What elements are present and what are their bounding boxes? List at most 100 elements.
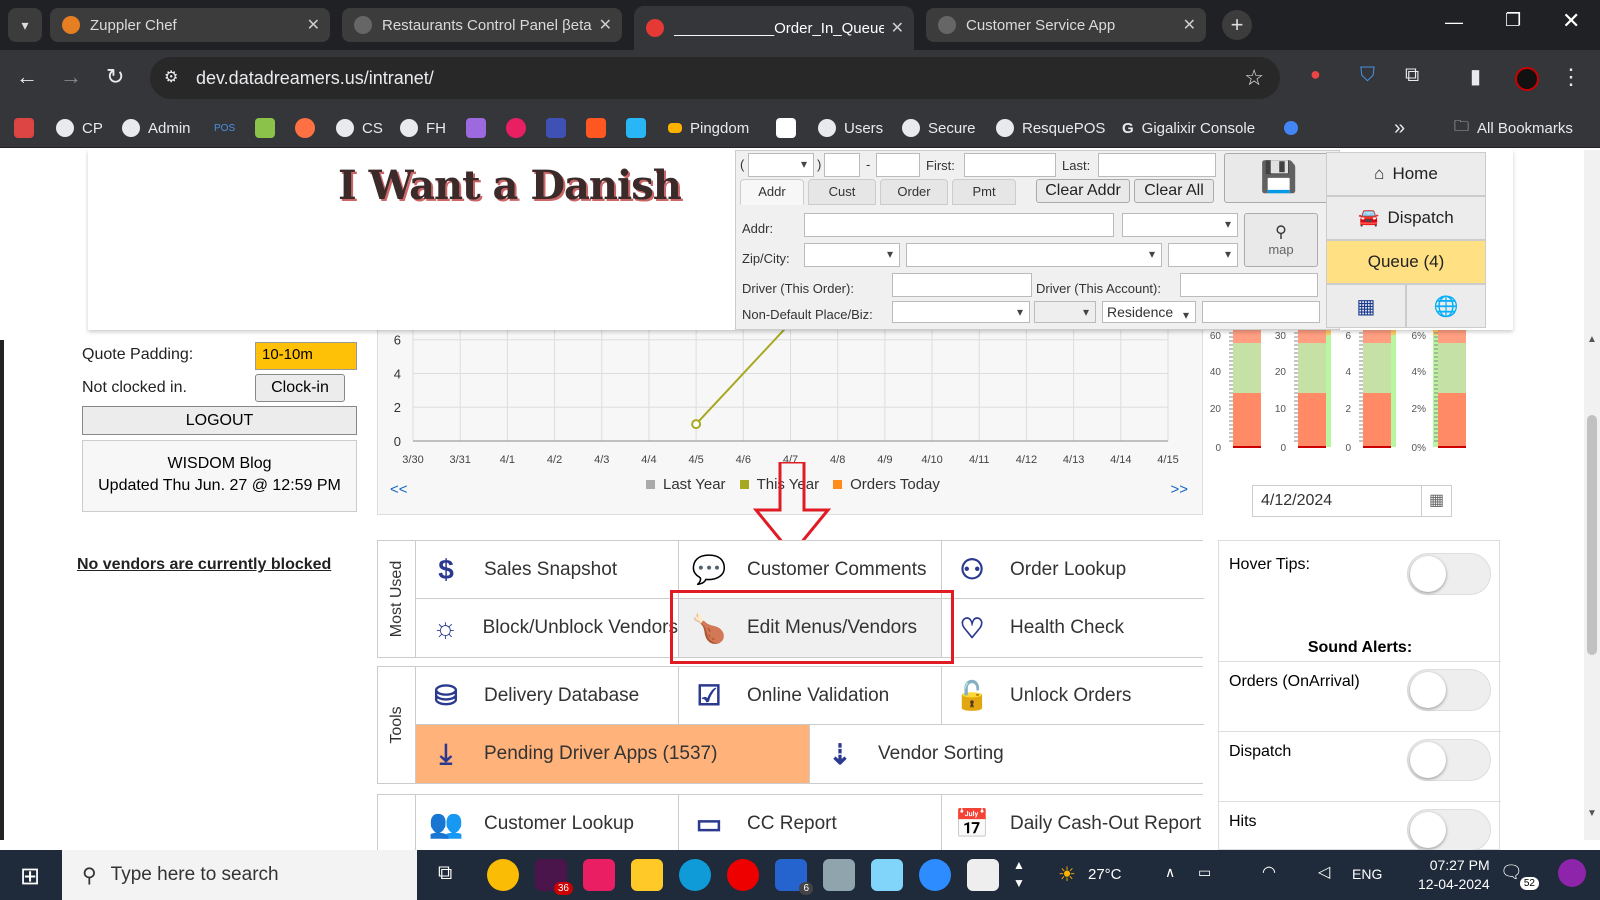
residence-select[interactable]: Residence — [1102, 301, 1196, 325]
tab-addr[interactable]: Addr — [740, 179, 804, 205]
city-select[interactable] — [906, 243, 1162, 267]
copilot-icon[interactable] — [1558, 859, 1586, 887]
close-icon[interactable]: ✕ — [1183, 15, 1196, 35]
phone-area-code-select[interactable] — [748, 153, 814, 177]
show-hidden-icons[interactable]: ∧ — [1165, 864, 1175, 881]
tab-zuppler-chef[interactable]: Zuppler Chef ✕ — [50, 8, 330, 42]
app-icon[interactable] — [823, 859, 855, 891]
first-name-input[interactable] — [964, 153, 1056, 177]
health-check-tile[interactable]: ♡ Health Check — [942, 599, 1204, 657]
block-unblock-vendors-tile[interactable]: ☼ Block/Unblock Vendors — [416, 599, 679, 657]
bookmark-gigalixir[interactable]: G Gigalixir Console — [1122, 116, 1255, 140]
tab-customer-service-app[interactable]: Customer Service App ✕ — [926, 8, 1206, 42]
reload-icon[interactable]: ↻ — [106, 64, 124, 90]
globe-button[interactable]: 🌐 — [1406, 284, 1486, 328]
bookmark-cp[interactable]: CP — [56, 116, 103, 140]
back-icon[interactable]: ← — [16, 64, 38, 90]
slack-icon[interactable]: 36 — [535, 859, 573, 895]
driver-this-order-input[interactable] — [892, 273, 1032, 297]
place-name-input[interactable] — [1202, 301, 1320, 323]
bookmark-p[interactable] — [776, 116, 804, 140]
page-scrollbar[interactable]: ▲ ▼ — [1584, 150, 1600, 840]
extension-icon[interactable]: ● — [1310, 64, 1321, 85]
zoom-icon[interactable] — [919, 859, 951, 891]
weather-icon[interactable]: ☀ — [1058, 862, 1076, 887]
bookmark-box[interactable] — [546, 116, 574, 140]
address-input[interactable] — [804, 213, 1114, 237]
scroll-up-icon[interactable]: ▲ — [1587, 334, 1597, 345]
chart-prev-button[interactable]: << — [390, 481, 408, 498]
calendar-icon[interactable]: ▦ — [1421, 486, 1451, 516]
online-validation-tile[interactable]: ☑ Online Validation — [679, 667, 942, 725]
calculator-button[interactable]: ▦ — [1326, 284, 1406, 328]
tab-restaurants-control-panel[interactable]: Restaurants Control Panel βeta ✕ — [342, 8, 622, 42]
minimize-icon[interactable]: — — [1445, 12, 1463, 33]
tab-order-in-queue[interactable]: ____________Order_In_Queue ✕ — [634, 6, 914, 50]
app-icon[interactable] — [583, 859, 615, 891]
driver-this-account-input[interactable] — [1180, 273, 1318, 297]
close-icon[interactable]: ✕ — [307, 15, 320, 35]
cc-report-tile[interactable]: ▭ CC Report — [679, 795, 942, 850]
dispatch-button[interactable]: 🚘 Dispatch — [1326, 196, 1486, 240]
bookmark-fh[interactable]: FH — [400, 116, 446, 140]
bookmark-rainbow[interactable] — [255, 116, 283, 140]
puzzle-icon[interactable]: ⧉ — [1405, 64, 1419, 87]
orders-on-arrival-toggle[interactable] — [1407, 669, 1491, 711]
forward-icon[interactable]: → — [60, 64, 82, 90]
place-type-select[interactable] — [1034, 301, 1096, 323]
opera-icon[interactable] — [727, 859, 759, 891]
clock-in-button[interactable]: Clock-in — [255, 374, 345, 402]
close-icon[interactable]: ✕ — [599, 15, 612, 35]
bookmark-cs[interactable]: CS — [336, 116, 383, 140]
delivery-database-tile[interactable]: ⛁ Delivery Database — [416, 667, 679, 725]
tab-order[interactable]: Order — [880, 179, 948, 205]
zip-select[interactable] — [804, 243, 900, 267]
scrollbar-thumb[interactable] — [1587, 415, 1597, 655]
language-indicator[interactable]: ENG — [1352, 866, 1382, 882]
chart-next-button[interactable]: >> — [1170, 481, 1188, 498]
bookmark-blocks[interactable] — [626, 116, 654, 140]
home-button[interactable]: ⌂ Home — [1326, 152, 1486, 196]
vendors-blocked-link[interactable]: No vendors are currently blocked — [77, 556, 331, 574]
clear-all-button[interactable]: Clear All — [1134, 179, 1214, 203]
bookmark-dots[interactable] — [1284, 116, 1306, 140]
bookmark-star-icon[interactable]: ☆ — [1244, 65, 1264, 91]
volume-icon[interactable]: ◁ — [1318, 862, 1330, 882]
state-select[interactable] — [1168, 243, 1238, 267]
phone-line-input[interactable] — [876, 153, 920, 177]
close-icon[interactable]: ✕ — [891, 18, 904, 38]
tray-overflow-icon[interactable]: ▲ ▼ — [1013, 856, 1025, 892]
windows-start-icon[interactable]: ⊞ — [20, 862, 40, 891]
bookmark-h[interactable] — [466, 116, 494, 140]
paint-icon[interactable] — [871, 859, 903, 891]
file-explorer-icon[interactable] — [631, 859, 663, 891]
task-view-icon[interactable]: ⧉ — [438, 862, 452, 885]
unlock-orders-tile[interactable]: 🔓 Unlock Orders — [942, 667, 1204, 725]
weather-temperature[interactable]: 27°C — [1088, 866, 1122, 883]
customer-lookup-tile[interactable]: 👥 Customer Lookup — [416, 795, 679, 850]
battery-icon[interactable]: ▭ — [1198, 864, 1211, 881]
last-name-input[interactable] — [1098, 153, 1216, 177]
bookmark-pingdom[interactable]: Pingdom — [668, 116, 749, 140]
vendor-sorting-tile[interactable]: ⇣ Vendor Sorting — [810, 725, 1204, 783]
wifi-icon[interactable]: ◠ — [1262, 862, 1276, 882]
shield-extension-icon[interactable]: ⛉ — [1360, 64, 1375, 87]
quote-padding-value[interactable]: 10-10m — [255, 342, 357, 370]
dispatch-toggle[interactable] — [1407, 739, 1491, 781]
address-bar[interactable]: ⚙ dev.datadreamers.us/intranet/ ☆ — [150, 57, 1280, 99]
tab-search-button[interactable]: ▾ — [8, 8, 42, 42]
bookmark-target[interactable] — [506, 116, 534, 140]
bookmark-ole[interactable] — [295, 116, 323, 140]
bookmark-admin[interactable]: Admin — [122, 116, 191, 140]
restore-icon[interactable]: ❐ — [1505, 10, 1521, 31]
queue-button[interactable]: Queue (4) — [1326, 240, 1486, 284]
phone-prefix-input[interactable] — [824, 153, 860, 177]
save-button[interactable]: 💾 — [1224, 153, 1334, 203]
wisdom-blog[interactable]: WISDOM Blog Updated Thu Jun. 27 @ 12:59 … — [82, 440, 357, 512]
logout-button[interactable]: LOGOUT — [82, 406, 357, 435]
daily-cash-out-report-tile[interactable]: 📅 Daily Cash-Out Report — [942, 795, 1204, 850]
clear-addr-button[interactable]: Clear Addr — [1036, 179, 1130, 203]
side-panel-icon[interactable]: ▮ — [1470, 64, 1481, 89]
bookmark-gmail[interactable] — [14, 116, 42, 140]
edge-icon[interactable] — [679, 859, 711, 891]
